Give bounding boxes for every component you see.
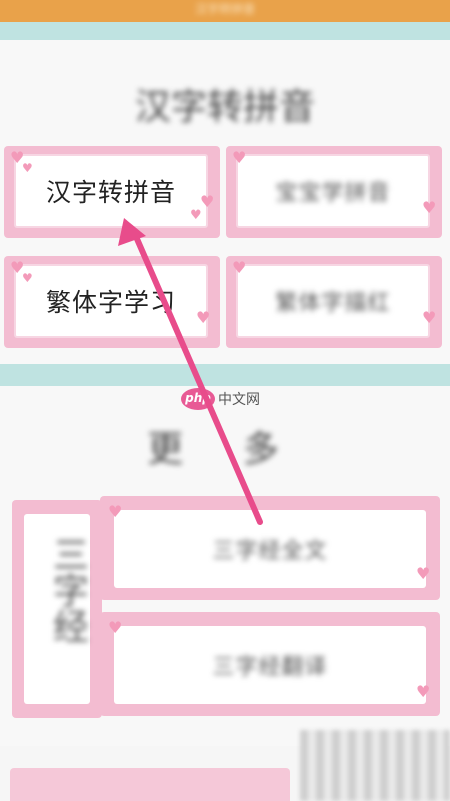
heart-icon: ♥ (422, 308, 437, 327)
section-title-more: 更 多 (147, 429, 303, 470)
tile-hanzi-to-pinyin[interactable]: 汉字转拼音 ♥ ♥ ♥ ♥ (4, 146, 220, 238)
divider-middle (0, 364, 450, 386)
watermark-logo-text: php (185, 391, 211, 405)
divider-top (0, 22, 450, 40)
watermark-text: 中文网 (218, 392, 260, 408)
php-watermark-logo: php 中文网 (181, 388, 263, 410)
app-header: 汉字转拼音 (0, 0, 450, 22)
heart-icon: ♥ (416, 564, 431, 583)
heart-icon: ♥ (22, 161, 33, 175)
heart-icon: ♥ (108, 502, 123, 521)
tile-label: 宝宝学拼音 (275, 181, 391, 206)
tile-inner: 宝宝学拼音 (236, 154, 430, 228)
tile-label: 汉字转拼音 (45, 178, 176, 207)
heart-icon: ♥ (232, 148, 247, 167)
more-item-label: 三字经全文 (212, 539, 328, 564)
app-screen: 汉字转拼音 汉字转拼音 汉字转拼音 ♥ ♥ ♥ ♥ 宝宝学拼音 ♥ ♥ 繁体字学… (0, 0, 450, 801)
heart-icon: ♥ (416, 682, 431, 701)
sidebar-three-character-classic[interactable]: 三字经 (12, 500, 102, 718)
more-item-inner: 三字经翻译 (114, 626, 426, 704)
tile-label: 繁体字描红 (275, 291, 391, 316)
heart-icon: ♥ (190, 208, 202, 223)
more-item-inner: 三字经全文 (114, 510, 426, 588)
tile-inner: 繁体字学习 (14, 264, 208, 338)
heart-icon: ♥ (422, 198, 437, 217)
tile-baby-pinyin[interactable]: 宝宝学拼音 ♥ ♥ (226, 146, 442, 238)
more-item-full-text[interactable]: 三字经全文 ♥ ♥ (100, 496, 440, 600)
sidebar-label: 三字经 (47, 536, 88, 644)
more-item-translation[interactable]: 三字经翻译 ♥ ♥ (100, 612, 440, 716)
tile-traditional-tracing[interactable]: 繁体字描红 ♥ ♥ (226, 256, 442, 348)
more-item-label: 三字经翻译 (212, 655, 328, 680)
tile-label: 繁体字学习 (45, 288, 176, 317)
heart-icon: ♥ (232, 258, 247, 277)
tile-inner: 汉字转拼音 (14, 154, 208, 228)
blurred-content (300, 730, 450, 801)
tile-inner: 繁体字描红 (236, 264, 430, 338)
tile-traditional-learning[interactable]: 繁体字学习 ♥ ♥ ♥ (4, 256, 220, 348)
heart-icon: ♥ (200, 192, 215, 211)
heart-icon: ♥ (22, 271, 33, 285)
heart-icon: ♥ (196, 308, 211, 327)
header-title: 汉字转拼音 (194, 2, 255, 16)
bottom-tile[interactable] (10, 768, 290, 801)
section-title-pinyin: 汉字转拼音 (134, 87, 315, 128)
sidebar-inner: 三字经 (24, 514, 90, 704)
heart-icon: ♥ (108, 618, 123, 637)
